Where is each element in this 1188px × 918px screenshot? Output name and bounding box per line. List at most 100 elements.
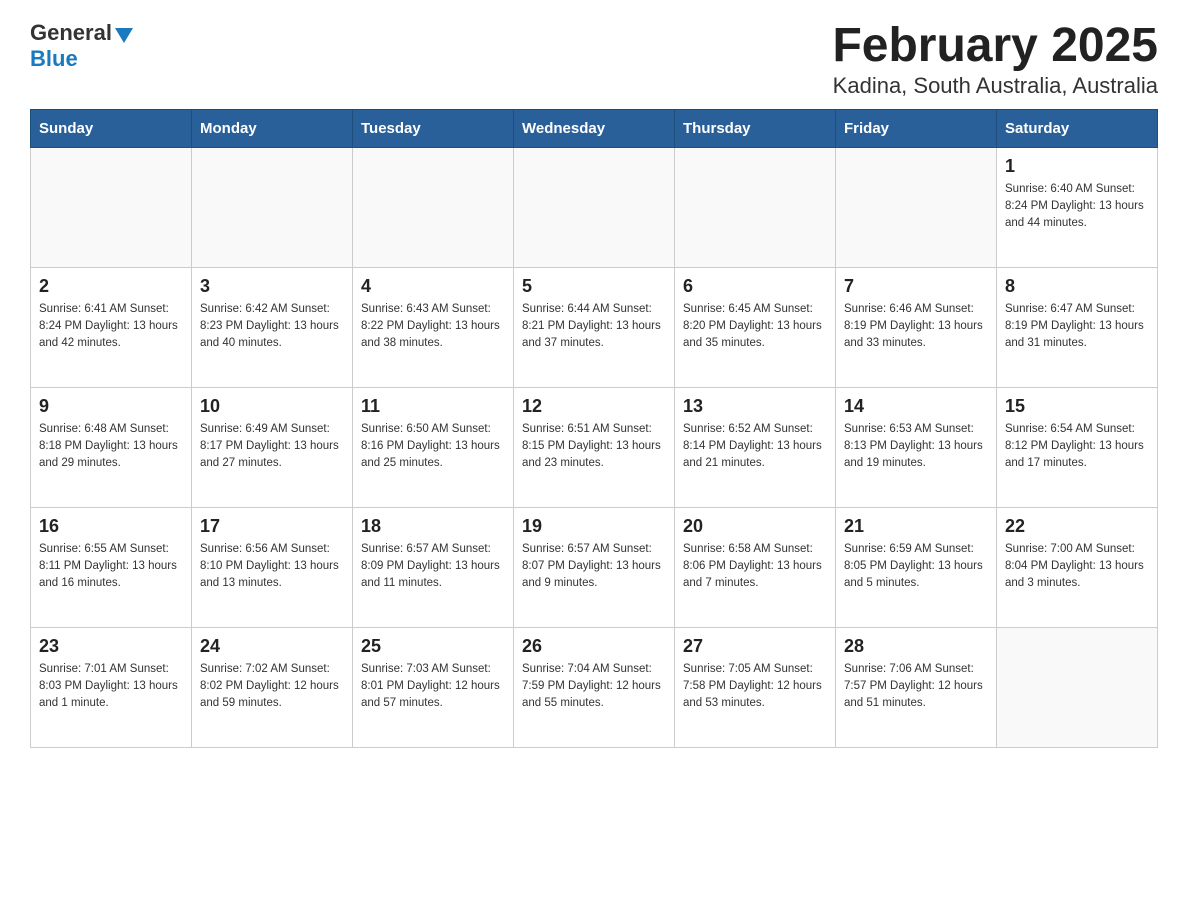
calendar-day-cell: 22 Sunrise: 7:00 AM Sunset: 8:04 PM Dayli… xyxy=(997,507,1158,627)
calendar-day-cell: 4 Sunrise: 6:43 AM Sunset: 8:22 PM Daylig… xyxy=(353,267,514,387)
day-info: Sunrise: 7:02 AM Sunset: 8:02 PM Dayligh… xyxy=(200,661,344,713)
day-info: Sunrise: 7:00 AM Sunset: 8:04 PM Dayligh… xyxy=(1005,541,1149,593)
calendar-day-cell: 7Sunrise: 6:46 AM Sunset: 8:19 PM Daylig… xyxy=(836,267,997,387)
calendar-day-cell: 28 Sunrise: 7:06 AM Sunset: 7:57 PM Dayli… xyxy=(836,627,997,747)
day-number: 16 xyxy=(39,516,183,537)
calendar-day-cell: 27 Sunrise: 7:05 AM Sunset: 7:58 PM Dayli… xyxy=(675,627,836,747)
page-header: General Blue February 2025 Kadina, South… xyxy=(30,20,1158,99)
weekday-header-saturday: Saturday xyxy=(997,109,1158,147)
day-info: Sunrise: 6:43 AM Sunset: 8:22 PM Dayligh… xyxy=(361,301,505,353)
weekday-header-tuesday: Tuesday xyxy=(353,109,514,147)
day-number: 7 xyxy=(844,276,988,297)
calendar-day-cell: 17 Sunrise: 6:56 AM Sunset: 8:10 PM Dayli… xyxy=(192,507,353,627)
day-number: 6 xyxy=(683,276,827,297)
day-number: 18 xyxy=(361,516,505,537)
day-info: Sunrise: 6:50 AM Sunset: 8:16 PM Dayligh… xyxy=(361,421,505,473)
day-info: Sunrise: 6:51 AM Sunset: 8:15 PM Dayligh… xyxy=(522,421,666,473)
day-number: 22 xyxy=(1005,516,1149,537)
calendar-day-cell: 18 Sunrise: 6:57 AM Sunset: 8:09 PM Dayli… xyxy=(353,507,514,627)
calendar-week-row: 16 Sunrise: 6:55 AM Sunset: 8:11 PM Dayli… xyxy=(31,507,1158,627)
calendar-day-cell: 12 Sunrise: 6:51 AM Sunset: 8:15 PM Dayli… xyxy=(514,387,675,507)
day-info: Sunrise: 7:03 AM Sunset: 8:01 PM Dayligh… xyxy=(361,661,505,713)
logo-triangle-icon xyxy=(115,28,133,43)
day-info: Sunrise: 6:55 AM Sunset: 8:11 PM Dayligh… xyxy=(39,541,183,593)
calendar-day-cell: 11 Sunrise: 6:50 AM Sunset: 8:16 PM Dayli… xyxy=(353,387,514,507)
day-info: Sunrise: 6:45 AM Sunset: 8:20 PM Dayligh… xyxy=(683,301,827,353)
calendar-week-row: 1 Sunrise: 6:40 AM Sunset: 8:24 PM Daylig… xyxy=(31,147,1158,267)
day-number: 15 xyxy=(1005,396,1149,417)
calendar-day-cell xyxy=(997,627,1158,747)
day-info: Sunrise: 6:42 AM Sunset: 8:23 PM Dayligh… xyxy=(200,301,344,353)
day-info: Sunrise: 6:48 AM Sunset: 8:18 PM Dayligh… xyxy=(39,421,183,473)
day-info: Sunrise: 6:58 AM Sunset: 8:06 PM Dayligh… xyxy=(683,541,827,593)
day-number: 5 xyxy=(522,276,666,297)
day-info: Sunrise: 7:01 AM Sunset: 8:03 PM Dayligh… xyxy=(39,661,183,713)
weekday-header-friday: Friday xyxy=(836,109,997,147)
day-number: 28 xyxy=(844,636,988,657)
day-info: Sunrise: 6:56 AM Sunset: 8:10 PM Dayligh… xyxy=(200,541,344,593)
day-number: 9 xyxy=(39,396,183,417)
calendar-day-cell xyxy=(31,147,192,267)
page-title: February 2025 xyxy=(832,20,1158,73)
day-number: 17 xyxy=(200,516,344,537)
day-info: Sunrise: 6:49 AM Sunset: 8:17 PM Dayligh… xyxy=(200,421,344,473)
day-number: 2 xyxy=(39,276,183,297)
calendar-day-cell: 1 Sunrise: 6:40 AM Sunset: 8:24 PM Daylig… xyxy=(997,147,1158,267)
calendar-day-cell: 2 Sunrise: 6:41 AM Sunset: 8:24 PM Daylig… xyxy=(31,267,192,387)
day-number: 27 xyxy=(683,636,827,657)
day-number: 1 xyxy=(1005,156,1149,177)
calendar-day-cell: 15Sunrise: 6:54 AM Sunset: 8:12 PM Dayli… xyxy=(997,387,1158,507)
day-number: 12 xyxy=(522,396,666,417)
calendar-table: SundayMondayTuesdayWednesdayThursdayFrid… xyxy=(30,109,1158,748)
day-info: Sunrise: 6:57 AM Sunset: 8:07 PM Dayligh… xyxy=(522,541,666,593)
day-number: 8 xyxy=(1005,276,1149,297)
calendar-day-cell: 25 Sunrise: 7:03 AM Sunset: 8:01 PM Dayli… xyxy=(353,627,514,747)
calendar-day-cell: 19 Sunrise: 6:57 AM Sunset: 8:07 PM Dayli… xyxy=(514,507,675,627)
calendar-day-cell: 24Sunrise: 7:02 AM Sunset: 8:02 PM Dayli… xyxy=(192,627,353,747)
day-number: 14 xyxy=(844,396,988,417)
calendar-day-cell xyxy=(192,147,353,267)
day-info: Sunrise: 7:05 AM Sunset: 7:58 PM Dayligh… xyxy=(683,661,827,713)
calendar-day-cell xyxy=(353,147,514,267)
day-number: 19 xyxy=(522,516,666,537)
calendar-week-row: 23 Sunrise: 7:01 AM Sunset: 8:03 PM Dayli… xyxy=(31,627,1158,747)
calendar-day-cell: 6 Sunrise: 6:45 AM Sunset: 8:20 PM Daylig… xyxy=(675,267,836,387)
calendar-day-cell: 9 Sunrise: 6:48 AM Sunset: 8:18 PM Daylig… xyxy=(31,387,192,507)
calendar-day-cell: 10Sunrise: 6:49 AM Sunset: 8:17 PM Dayli… xyxy=(192,387,353,507)
calendar-day-cell: 26 Sunrise: 7:04 AM Sunset: 7:59 PM Dayli… xyxy=(514,627,675,747)
day-number: 13 xyxy=(683,396,827,417)
weekday-header-sunday: Sunday xyxy=(31,109,192,147)
logo-blue: Blue xyxy=(30,46,78,71)
logo: General Blue xyxy=(30,20,133,72)
day-info: Sunrise: 6:57 AM Sunset: 8:09 PM Dayligh… xyxy=(361,541,505,593)
calendar-day-cell: 3Sunrise: 6:42 AM Sunset: 8:23 PM Daylig… xyxy=(192,267,353,387)
calendar-week-row: 2 Sunrise: 6:41 AM Sunset: 8:24 PM Daylig… xyxy=(31,267,1158,387)
day-info: Sunrise: 7:06 AM Sunset: 7:57 PM Dayligh… xyxy=(844,661,988,713)
day-number: 11 xyxy=(361,396,505,417)
calendar-day-cell xyxy=(836,147,997,267)
day-number: 21 xyxy=(844,516,988,537)
day-number: 25 xyxy=(361,636,505,657)
day-number: 23 xyxy=(39,636,183,657)
calendar-day-cell: 20Sunrise: 6:58 AM Sunset: 8:06 PM Dayli… xyxy=(675,507,836,627)
calendar-day-cell xyxy=(675,147,836,267)
day-info: Sunrise: 6:59 AM Sunset: 8:05 PM Dayligh… xyxy=(844,541,988,593)
day-info: Sunrise: 6:41 AM Sunset: 8:24 PM Dayligh… xyxy=(39,301,183,353)
day-info: Sunrise: 6:47 AM Sunset: 8:19 PM Dayligh… xyxy=(1005,301,1149,353)
calendar-header-row: SundayMondayTuesdayWednesdayThursdayFrid… xyxy=(31,109,1158,147)
calendar-day-cell: 13Sunrise: 6:52 AM Sunset: 8:14 PM Dayli… xyxy=(675,387,836,507)
calendar-day-cell: 16 Sunrise: 6:55 AM Sunset: 8:11 PM Dayli… xyxy=(31,507,192,627)
title-block: February 2025 Kadina, South Australia, A… xyxy=(832,20,1158,99)
day-info: Sunrise: 6:53 AM Sunset: 8:13 PM Dayligh… xyxy=(844,421,988,473)
calendar-day-cell: 21 Sunrise: 6:59 AM Sunset: 8:05 PM Dayli… xyxy=(836,507,997,627)
calendar-day-cell: 8 Sunrise: 6:47 AM Sunset: 8:19 PM Daylig… xyxy=(997,267,1158,387)
calendar-day-cell: 5Sunrise: 6:44 AM Sunset: 8:21 PM Daylig… xyxy=(514,267,675,387)
calendar-week-row: 9 Sunrise: 6:48 AM Sunset: 8:18 PM Daylig… xyxy=(31,387,1158,507)
day-number: 26 xyxy=(522,636,666,657)
logo-general: General xyxy=(30,20,112,46)
day-info: Sunrise: 6:40 AM Sunset: 8:24 PM Dayligh… xyxy=(1005,181,1149,233)
weekday-header-thursday: Thursday xyxy=(675,109,836,147)
day-number: 4 xyxy=(361,276,505,297)
page-subtitle: Kadina, South Australia, Australia xyxy=(832,73,1158,99)
day-info: Sunrise: 7:04 AM Sunset: 7:59 PM Dayligh… xyxy=(522,661,666,713)
